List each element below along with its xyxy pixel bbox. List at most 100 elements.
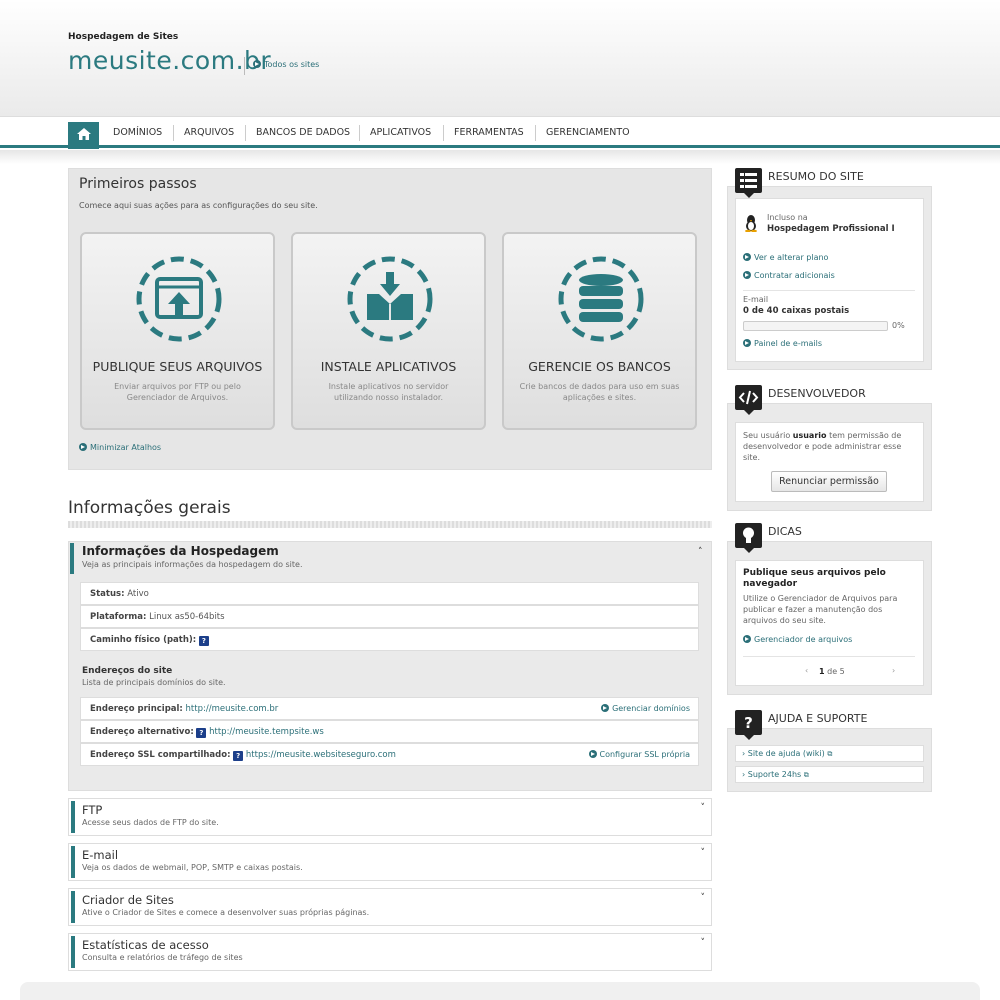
code-icon — [735, 385, 762, 415]
database-icon — [558, 256, 644, 342]
accordion-ftp[interactable]: FTP Acesse seus dados de FTP do site. ˅ — [68, 798, 712, 836]
accent-bar — [71, 936, 75, 968]
external-link-icon: ⧉ — [827, 750, 833, 758]
arrow-bullet-icon — [743, 271, 751, 279]
card-description: Enviar arquivos por FTP ou pelo Gerencia… — [114, 382, 241, 402]
accordion-title: FTP — [82, 803, 103, 817]
hosting-info-title[interactable]: Informações da Hospedagem — [82, 544, 279, 558]
accordion-subtitle: Consulta e relatórios de tráfego de site… — [82, 953, 243, 962]
email-label: E-mail — [743, 295, 769, 304]
first-steps-title: Primeiros passos — [79, 176, 197, 192]
header-divider — [244, 57, 245, 75]
expand-caret-icon[interactable]: ˅ — [701, 848, 706, 858]
manage-databases-card[interactable]: GERENCIE OS BANCOS Crie bancos de dados … — [502, 232, 697, 430]
included-label: Incluso na — [767, 213, 808, 222]
accordion-statistics[interactable]: Estatísticas de acesso Consulta e relatór… — [68, 933, 712, 971]
nav-item-bancos[interactable]: BANCOS DE DADOS — [256, 127, 350, 138]
nav-divider — [173, 125, 174, 141]
first-steps-subtitle: Comece aqui suas ações para as configura… — [79, 201, 318, 210]
linux-penguin-icon — [744, 214, 758, 233]
nav-item-ferramentas[interactable]: FERRAMENTAS — [454, 127, 524, 138]
footer-strip — [20, 982, 980, 1000]
mailbox-progress-bar — [743, 321, 888, 331]
configure-ssl-link[interactable]: Configurar SSL própria — [588, 750, 690, 759]
nav-item-arquivos[interactable]: ARQUIVOS — [184, 127, 234, 138]
publish-files-card[interactable]: PUBLIQUE SEUS ARQUIVOS Enviar arquivos p… — [80, 232, 275, 430]
nav-divider — [359, 125, 360, 141]
expand-caret-icon[interactable]: ˅ — [701, 938, 706, 948]
help-question-icon[interactable]: ? — [198, 636, 209, 646]
nav-home-button[interactable] — [68, 122, 99, 149]
svg-text:?: ? — [744, 714, 753, 732]
file-manager-link[interactable]: Gerenciador de arquivos — [743, 635, 852, 644]
accordion-title: E-mail — [82, 848, 119, 862]
arrow-bullet-icon — [601, 704, 610, 712]
arrow-bullet-icon — [743, 253, 751, 261]
accent-bar — [71, 846, 75, 878]
nav-item-dominios[interactable]: DOMÍNIOS — [113, 127, 162, 138]
arrow-bullet-icon — [743, 339, 751, 347]
support-24h-link[interactable]: › Suporte 24hs ⧉ — [735, 766, 924, 783]
accordion-subtitle: Ative o Criador de Sites e comece a dese… — [82, 908, 370, 917]
home-icon — [77, 128, 91, 140]
general-info-title: Informações gerais — [68, 498, 231, 518]
ssl-address-link[interactable]: https://meusite.websiteseguro.com — [246, 750, 396, 760]
help-question-icon[interactable]: ? — [196, 728, 207, 738]
install-apps-card[interactable]: INSTALE APLICATIVOS Instale aplicativos … — [291, 232, 486, 430]
platform-row: Plataforma: Linux as50-64bits — [80, 605, 699, 628]
hosting-info-subtitle: Veja as principais informações da hosped… — [82, 560, 303, 569]
addresses-subtitle: Lista de principais domínios do site. — [82, 678, 226, 687]
hire-addons-link[interactable]: Contratar adicionais — [743, 271, 835, 280]
site-summary-heading: RESUMO DO SITE — [768, 170, 864, 183]
developer-heading: DESENVOLVEDOR — [768, 387, 866, 400]
minimize-shortcuts-link[interactable]: Minimizar Atalhos — [79, 443, 161, 452]
help-wiki-link[interactable]: › Site de ajuda (wiki) ⧉ — [735, 745, 924, 762]
accent-bar — [71, 891, 75, 923]
alt-address-link[interactable]: http://meusite.tempsite.ws — [209, 727, 324, 737]
alt-address-row: Endereço alternativo: ? http://meusite.t… — [80, 720, 699, 743]
tips-heading: DICAS — [768, 525, 802, 538]
help-heading: AJUDA E SUPORTE — [768, 712, 868, 725]
lightbulb-icon — [735, 523, 762, 553]
nav-item-gerenciamento[interactable]: GERENCIAMENTO — [546, 127, 630, 138]
path-row: Caminho físico (path): ? — [80, 628, 699, 651]
site-name: meusite.com.br — [68, 46, 272, 75]
addresses-title: Endereços do site — [82, 666, 173, 676]
arrow-bullet-icon — [79, 443, 87, 451]
expand-caret-icon[interactable]: ˅ — [701, 893, 706, 903]
status-row: Status: Ativo — [80, 582, 699, 605]
nav-divider — [443, 125, 444, 141]
accent-bar — [70, 543, 74, 574]
prev-page-icon[interactable]: ‹ — [805, 666, 808, 675]
main-address-link[interactable]: http://meusite.com.br — [186, 704, 279, 714]
see-plan-link[interactable]: Ver e alterar plano — [743, 253, 828, 262]
question-icon: ? — [735, 710, 762, 740]
accordion-email[interactable]: E-mail Veja os dados de webmail, POP, SMT… — [68, 843, 712, 881]
accordion-subtitle: Acesse seus dados de FTP do site. — [82, 818, 219, 827]
expand-caret-icon[interactable]: ˅ — [701, 803, 706, 813]
next-page-icon[interactable]: › — [892, 666, 895, 675]
platform-value: Linux as50-64bits — [149, 612, 225, 622]
card-description: Instale aplicativos no servidor utilizan… — [328, 382, 449, 402]
accordion-site-builder[interactable]: Criador de Sites Ative o Criador de Sites… — [68, 888, 712, 926]
email-panel-link[interactable]: Painel de e-mails — [743, 339, 822, 348]
help-question-icon[interactable]: ? — [233, 751, 244, 761]
nav-divider — [245, 125, 246, 141]
section-divider — [68, 521, 712, 528]
accent-bar — [71, 801, 75, 833]
nav-item-aplicativos[interactable]: APLICATIVOS — [370, 127, 431, 138]
accordion-subtitle: Veja os dados de webmail, POP, SMTP e ca… — [82, 863, 303, 872]
card-description: Crie bancos de dados para uso em suas ap… — [519, 382, 680, 402]
nav-divider — [535, 125, 536, 141]
all-sites-link[interactable]: Todos os sites — [253, 60, 319, 69]
card-title: INSTALE APLICATIVOS — [320, 359, 457, 374]
renounce-permission-button[interactable]: Renunciar permissão — [771, 471, 887, 492]
manage-domains-link[interactable]: Gerenciar domínios — [601, 704, 690, 713]
collapse-caret-icon[interactable]: ˄ — [698, 547, 703, 557]
divider — [743, 290, 915, 291]
arrow-bullet-icon — [743, 635, 751, 643]
package-install-icon — [347, 256, 433, 342]
divider — [743, 656, 915, 657]
tip-text: Utilize o Gerenciador de Arquivos para p… — [743, 594, 898, 625]
arrow-bullet-icon — [588, 750, 597, 758]
